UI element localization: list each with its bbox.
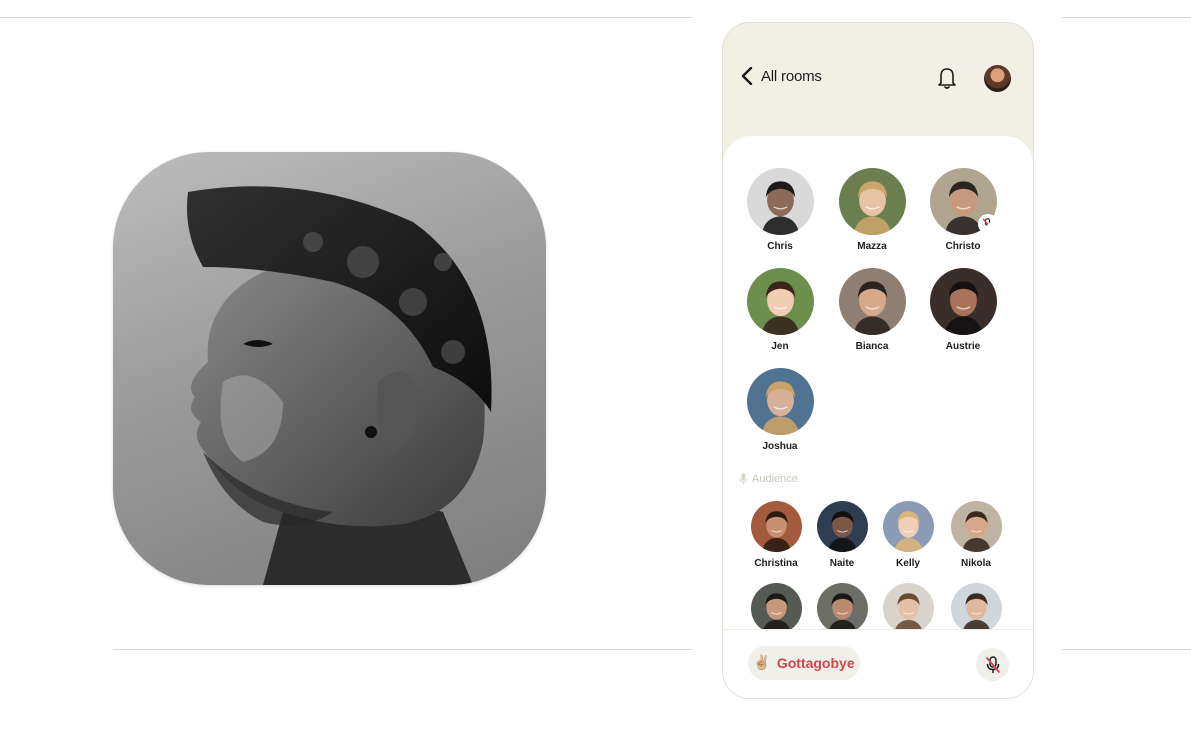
portrait-graphic: [816, 583, 868, 634]
bottom-bar-divider: [723, 629, 1033, 630]
speaker-tile[interactable]: Bianca: [827, 268, 917, 352]
top-bar: All rooms: [723, 23, 1033, 143]
portrait-graphic: [746, 368, 814, 435]
speaker-tile[interactable]: Chris: [735, 168, 825, 252]
leave-room-label: Gottagobye: [776, 655, 855, 671]
audience-tile[interactable]: [809, 583, 875, 634]
speaker-avatar[interactable]: [746, 268, 814, 335]
mic-icon: [739, 473, 748, 485]
audience-tile[interactable]: Naite: [809, 501, 875, 569]
speaker-avatar[interactable]: [929, 268, 997, 335]
portrait-graphic: [882, 501, 934, 552]
audience-section-label: Audience: [739, 473, 798, 485]
audience-avatar[interactable]: [816, 583, 868, 634]
back-label: All rooms: [761, 67, 822, 85]
speaker-avatar[interactable]: [929, 168, 997, 235]
speaker-avatar[interactable]: [746, 168, 814, 235]
audience-name: Nikola: [960, 558, 991, 569]
speaker-avatar[interactable]: [838, 168, 906, 235]
audience-avatar[interactable]: [950, 583, 1002, 634]
app-icon-portrait: [187, 186, 492, 585]
mic-muted-icon: [985, 655, 1000, 673]
profile-avatar[interactable]: [984, 65, 1011, 92]
speaker-name: Austrie: [945, 341, 981, 352]
audience-tile[interactable]: Kelly: [875, 501, 941, 569]
audience-avatar[interactable]: [816, 501, 868, 552]
portrait-graphic: [746, 268, 814, 335]
audience-tile[interactable]: [943, 583, 1009, 634]
speaker-avatar[interactable]: [746, 368, 814, 435]
portrait-graphic: [816, 501, 868, 552]
mute-toggle-button[interactable]: [976, 648, 1009, 681]
audience-name: Christina: [754, 558, 798, 569]
audience-avatar[interactable]: [882, 501, 934, 552]
divider-top-right: [1062, 17, 1191, 18]
audience-avatar[interactable]: [750, 583, 802, 634]
divider-top-left: [0, 17, 692, 18]
audience-avatar[interactable]: [950, 501, 1002, 552]
speaker-tile[interactable]: Jen: [735, 268, 825, 352]
divider-bottom-left: [113, 649, 692, 650]
speaker-avatar[interactable]: [838, 268, 906, 335]
muted-badge: [977, 214, 997, 234]
audience-name: Naite: [829, 558, 855, 569]
portrait-graphic: [950, 583, 1002, 634]
audience-tile[interactable]: [743, 583, 809, 634]
audience-avatar[interactable]: [750, 501, 802, 552]
audience-label: Audience: [752, 473, 798, 485]
portrait-graphic: [746, 168, 814, 235]
peace-hand-icon: ✌🏼: [753, 655, 771, 671]
portrait-graphic: [882, 583, 934, 634]
speaker-name: Christo: [945, 241, 981, 252]
speaker-tile[interactable]: Mazza: [827, 168, 917, 252]
bell-icon[interactable]: [935, 65, 959, 91]
back-button[interactable]: All rooms: [741, 67, 822, 85]
divider-bottom-right: [1062, 649, 1191, 650]
audience-name: Kelly: [896, 558, 920, 569]
speaker-name: Bianca: [855, 341, 889, 352]
speaker-name: Joshua: [762, 441, 798, 452]
speaker-tile[interactable]: Austrie: [918, 268, 1008, 352]
speaker-tile[interactable]: Christo: [918, 168, 1008, 252]
portrait-graphic: [838, 168, 906, 235]
room-screen: All rooms Chris Mazza Christo Jen Bianca…: [722, 22, 1034, 699]
portrait-graphic: [750, 501, 802, 552]
portrait-graphic: [929, 268, 997, 335]
speaker-name: Chris: [767, 241, 793, 252]
portrait-graphic: [750, 583, 802, 634]
portrait-graphic: [950, 501, 1002, 552]
speaker-name: Mazza: [857, 241, 887, 252]
marketing-stage: All rooms Chris Mazza Christo Jen Bianca…: [0, 0, 1191, 747]
portrait-graphic: [838, 268, 906, 335]
audience-tile[interactable]: Christina: [743, 501, 809, 569]
leave-room-button[interactable]: ✌🏼 Gottagobye: [748, 646, 860, 680]
audience-tile[interactable]: [875, 583, 941, 634]
app-icon: [113, 152, 546, 585]
speaker-tile[interactable]: Joshua: [735, 368, 825, 452]
speaker-name: Jen: [771, 341, 789, 352]
audience-avatar[interactable]: [882, 583, 934, 634]
mic-muted-icon: [982, 218, 993, 230]
audience-tile[interactable]: Nikola: [943, 501, 1009, 569]
chevron-left-icon: [741, 67, 753, 85]
